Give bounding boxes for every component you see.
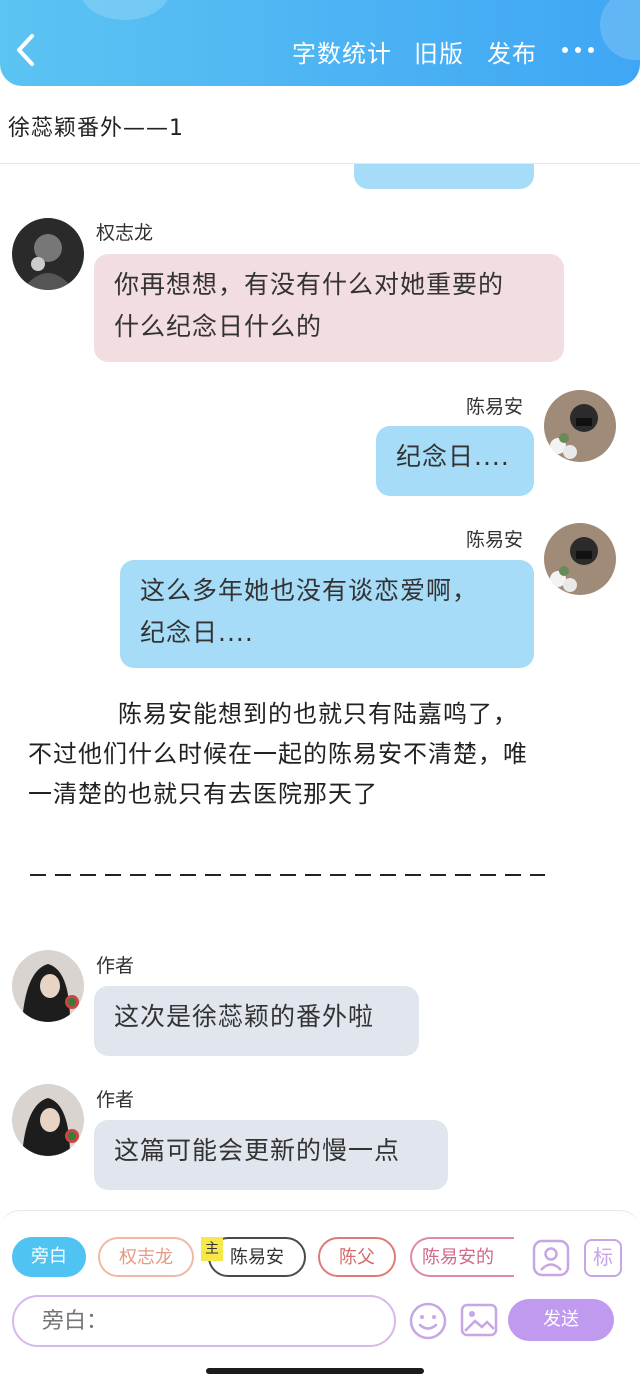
chat-area[interactable]: 权志龙 你再想想，有没有什么对她重要的 什么纪念日什么的 陈易安 纪念日....… — [0, 164, 640, 1209]
avatar[interactable] — [12, 1084, 84, 1156]
narration-line: 一清楚的也就只有去医院那天了 — [28, 780, 378, 808]
emoji-button[interactable] — [408, 1301, 448, 1345]
role-manage-button[interactable] — [532, 1239, 570, 1281]
speaker-name: 陈易安 — [466, 529, 524, 551]
composer: 旁白 权志龙 陈易安 主 陈父 陈易安的 标 发送 — [0, 1210, 640, 1383]
message-bubble[interactable]: 这次是徐蕊颖的番外啦 — [94, 986, 419, 1056]
more-horizontal-icon — [562, 47, 568, 53]
mark-button[interactable]: 标 — [584, 1239, 622, 1277]
speaker-name: 陈易安 — [466, 396, 524, 418]
more-dot — [575, 47, 581, 53]
role-chip-chen-relative[interactable]: 陈易安的 — [410, 1237, 514, 1277]
message-bubble[interactable]: 你再想想，有没有什么对她重要的 什么纪念日什么的 — [94, 254, 564, 362]
decor-bubble — [600, 0, 640, 60]
back-button[interactable] — [10, 30, 46, 70]
narration-line: 不过他们什么时候在一起的陈易安不清楚，唯 — [28, 740, 528, 768]
role-chip-quan[interactable]: 权志龙 — [98, 1237, 194, 1277]
message-line: 纪念日.... — [140, 618, 254, 647]
word-count-button[interactable]: 字数统计 — [292, 34, 392, 69]
message-line: 这次是徐蕊颖的番外啦 — [114, 1002, 375, 1031]
avatar[interactable] — [544, 390, 616, 462]
main-role-badge: 主 — [201, 1237, 223, 1261]
more-button[interactable] — [560, 38, 600, 62]
speaker-name: 作者 — [96, 955, 135, 977]
role-chip-narrator[interactable]: 旁白 — [12, 1237, 86, 1277]
avatar[interactable] — [544, 523, 616, 595]
chevron-left-icon — [17, 34, 34, 66]
avatar[interactable] — [12, 950, 84, 1022]
document-title: 徐蕊颖番外——1 — [8, 116, 184, 141]
send-button[interactable]: 发送 — [508, 1299, 614, 1341]
speaker-name: 权志龙 — [96, 222, 154, 244]
message-line: 你再想想，有没有什么对她重要的 — [114, 270, 505, 299]
narration-line: 陈易安能想到的也就只有陆嘉鸣了， — [118, 700, 518, 728]
message-bubble-partial — [354, 164, 534, 189]
top-bar: 字数统计 旧版 发布 — [0, 0, 640, 86]
message-line: 什么纪念日什么的 — [114, 312, 323, 341]
image-icon — [460, 1303, 498, 1337]
image-button[interactable] — [460, 1301, 498, 1343]
publish-button[interactable]: 发布 — [487, 34, 537, 69]
role-chip-father[interactable]: 陈父 — [318, 1237, 396, 1277]
smiley-icon — [409, 1302, 447, 1340]
home-indicator[interactable] — [206, 1368, 424, 1374]
message-input[interactable] — [12, 1295, 396, 1347]
dashed-separator — [30, 874, 545, 876]
message-bubble[interactable]: 这么多年她也没有谈恋爱啊， 纪念日.... — [120, 560, 534, 668]
message-line: 这篇可能会更新的慢一点 — [114, 1136, 401, 1165]
narration-text[interactable]: 陈易安能想到的也就只有陆嘉鸣了， 不过他们什么时候在一起的陈易安不清楚，唯 一清… — [28, 694, 618, 814]
message-bubble[interactable]: 这篇可能会更新的慢一点 — [94, 1120, 448, 1190]
speaker-name: 作者 — [96, 1089, 135, 1111]
avatar[interactable] — [12, 218, 84, 290]
message-bubble[interactable]: 纪念日.... — [376, 426, 534, 496]
old-version-button[interactable]: 旧版 — [414, 34, 464, 69]
decor-bubble — [80, 0, 170, 20]
person-icon — [532, 1239, 570, 1277]
message-line: 纪念日.... — [396, 442, 510, 471]
more-dot — [588, 47, 594, 53]
message-line: 这么多年她也没有谈恋爱啊， — [140, 576, 479, 605]
